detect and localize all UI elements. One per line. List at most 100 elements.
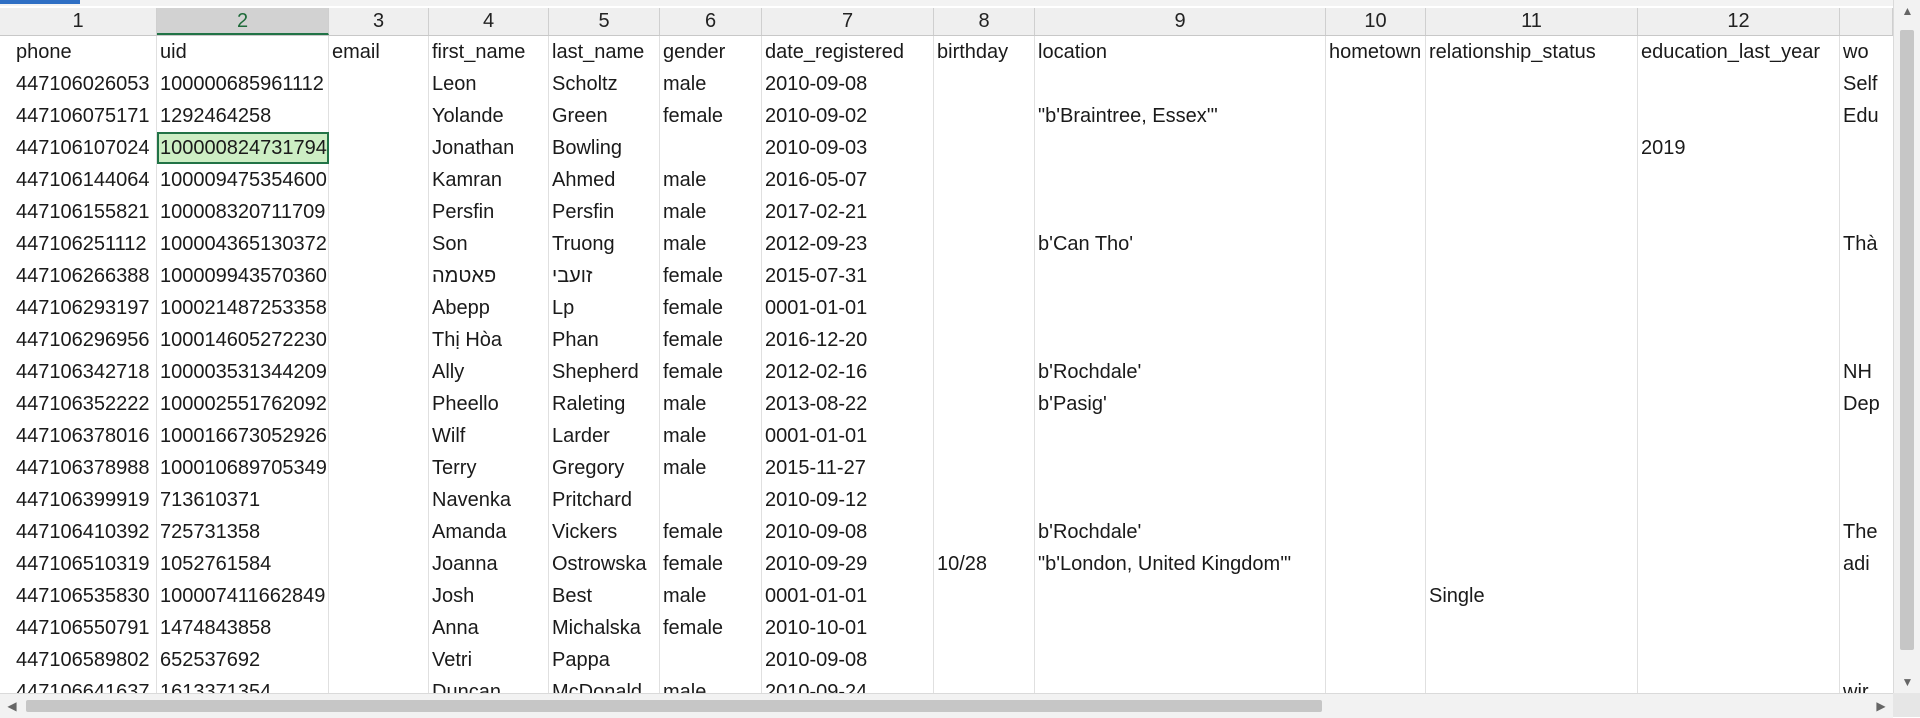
cell-last-name[interactable]: Phan	[549, 324, 660, 356]
cell-relationship-status[interactable]	[1426, 676, 1638, 693]
cell-email[interactable]	[329, 196, 429, 228]
cell-education-last-year[interactable]	[1638, 196, 1840, 228]
cell-location[interactable]	[1035, 484, 1326, 516]
column-number-10[interactable]: 10	[1326, 8, 1426, 35]
cell-relationship-status[interactable]	[1426, 68, 1638, 100]
cell-phone[interactable]: 447106589802	[13, 644, 157, 676]
cell-last-name[interactable]: Pritchard	[549, 484, 660, 516]
column-number-7[interactable]: 7	[762, 8, 934, 35]
cell-first-name[interactable]: Duncan	[429, 676, 549, 693]
cell-uid[interactable]: 100009943570360	[157, 260, 329, 292]
cell-gender[interactable]	[660, 132, 762, 164]
cell-hometown[interactable]	[1326, 420, 1426, 452]
cell-hometown[interactable]	[1326, 228, 1426, 260]
cell-location[interactable]	[1035, 260, 1326, 292]
cell-birthday[interactable]	[934, 292, 1035, 324]
cell-email[interactable]	[329, 516, 429, 548]
cell-phone[interactable]: 447106550791	[13, 612, 157, 644]
cell-gender[interactable]: male	[660, 420, 762, 452]
column-number-1[interactable]: 1	[0, 8, 157, 35]
cell-birthday[interactable]	[934, 100, 1035, 132]
cell-location[interactable]	[1035, 68, 1326, 100]
cell-last-name[interactable]: Shepherd	[549, 356, 660, 388]
cell-location[interactable]	[1035, 324, 1326, 356]
cell-education-last-year[interactable]	[1638, 420, 1840, 452]
cell-birthday[interactable]	[934, 356, 1035, 388]
cell-first-name[interactable]: Kamran	[429, 164, 549, 196]
cell-first-name[interactable]: Ally	[429, 356, 549, 388]
cell-location[interactable]	[1035, 644, 1326, 676]
cell-phone[interactable]: 447106144064	[13, 164, 157, 196]
horizontal-scrollbar[interactable]: ◀ ▶	[0, 693, 1893, 718]
header-cell-education-last-year[interactable]: education_last_year	[1638, 36, 1840, 68]
cell-relationship-status[interactable]	[1426, 356, 1638, 388]
cell-gender[interactable]	[660, 644, 762, 676]
cell-phone[interactable]: 447106293197	[13, 292, 157, 324]
cell-date-registered[interactable]: 2010-09-08	[762, 516, 934, 548]
cell-last-name[interactable]: Best	[549, 580, 660, 612]
cell-work[interactable]: wir	[1840, 676, 1893, 693]
cell-email[interactable]	[329, 484, 429, 516]
cell-date-registered[interactable]: 2016-05-07	[762, 164, 934, 196]
cell-gender[interactable]: male	[660, 68, 762, 100]
cell-date-registered[interactable]: 2010-09-24	[762, 676, 934, 693]
cell-last-name[interactable]: McDonald	[549, 676, 660, 693]
cell-relationship-status[interactable]	[1426, 292, 1638, 324]
cell-education-last-year[interactable]: 2019	[1638, 132, 1840, 164]
cell-phone[interactable]: 447106107024	[13, 132, 157, 164]
cell-birthday[interactable]	[934, 644, 1035, 676]
cell-gender[interactable]: female	[660, 612, 762, 644]
cell-date-registered[interactable]: 0001-01-01	[762, 580, 934, 612]
cell-first-name[interactable]: Persfin	[429, 196, 549, 228]
cell-relationship-status[interactable]	[1426, 100, 1638, 132]
cell-relationship-status[interactable]	[1426, 612, 1638, 644]
cell-location[interactable]	[1035, 676, 1326, 693]
cell-date-registered[interactable]: 0001-01-01	[762, 420, 934, 452]
cell-phone[interactable]: 447106510319	[13, 548, 157, 580]
header-cell-relationship-status[interactable]: relationship_status	[1426, 36, 1638, 68]
cell-location[interactable]	[1035, 196, 1326, 228]
cell-relationship-status[interactable]	[1426, 164, 1638, 196]
cell-education-last-year[interactable]	[1638, 548, 1840, 580]
cell-work[interactable]: The	[1840, 516, 1893, 548]
cell-hometown[interactable]	[1326, 644, 1426, 676]
cell-email[interactable]	[329, 324, 429, 356]
cell-date-registered[interactable]: 2010-09-29	[762, 548, 934, 580]
cell-first-name[interactable]: Son	[429, 228, 549, 260]
cell-work[interactable]: Dep	[1840, 388, 1893, 420]
cell-email[interactable]	[329, 548, 429, 580]
cell-work[interactable]	[1840, 196, 1893, 228]
cell-work[interactable]	[1840, 612, 1893, 644]
cell-birthday[interactable]	[934, 196, 1035, 228]
cell-relationship-status[interactable]	[1426, 516, 1638, 548]
cell-work[interactable]	[1840, 420, 1893, 452]
cell-email[interactable]	[329, 388, 429, 420]
header-cell-hometown[interactable]: hometown	[1326, 36, 1426, 68]
cell-uid[interactable]: 1052761584	[157, 548, 329, 580]
cell-relationship-status[interactable]	[1426, 228, 1638, 260]
cell-education-last-year[interactable]	[1638, 100, 1840, 132]
cell-relationship-status[interactable]	[1426, 260, 1638, 292]
cell-last-name[interactable]: Michalska	[549, 612, 660, 644]
cell-last-name[interactable]: Lp	[549, 292, 660, 324]
cell-first-name[interactable]: Thị Hòa	[429, 324, 549, 356]
cell-relationship-status[interactable]	[1426, 452, 1638, 484]
cell-first-name[interactable]: Abepp	[429, 292, 549, 324]
cell-last-name[interactable]: Ahmed	[549, 164, 660, 196]
cell-uid[interactable]: 100016673052926	[157, 420, 329, 452]
header-cell-first-name[interactable]: first_name	[429, 36, 549, 68]
cell-date-registered[interactable]: 2015-07-31	[762, 260, 934, 292]
cell-email[interactable]	[329, 356, 429, 388]
cell-date-registered[interactable]: 2012-02-16	[762, 356, 934, 388]
cell-date-registered[interactable]: 2013-08-22	[762, 388, 934, 420]
scroll-right-arrow-icon[interactable]: ▶	[1869, 694, 1893, 718]
cell-work[interactable]	[1840, 484, 1893, 516]
cell-date-registered[interactable]: 2010-09-02	[762, 100, 934, 132]
cell-birthday[interactable]	[934, 676, 1035, 693]
cell-date-registered[interactable]: 2015-11-27	[762, 452, 934, 484]
cell-last-name[interactable]: Truong	[549, 228, 660, 260]
cell-gender[interactable]: male	[660, 580, 762, 612]
cell-gender[interactable]: male	[660, 228, 762, 260]
cell-first-name[interactable]: Wilf	[429, 420, 549, 452]
header-cell-location[interactable]: location	[1035, 36, 1326, 68]
